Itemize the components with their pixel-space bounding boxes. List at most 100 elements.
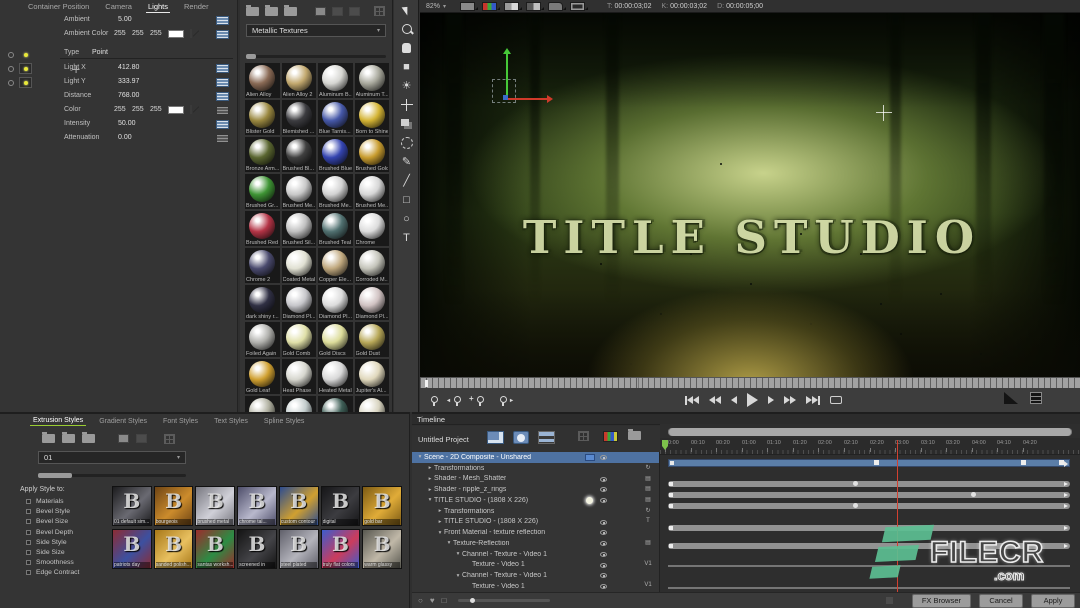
- timeline-layer-row[interactable]: ▾ Channel - Texture - Video 1: [412, 570, 659, 581]
- visibility-eye-icon[interactable]: [600, 552, 607, 557]
- render-canvas[interactable]: TITLE STUDIO: [420, 13, 1080, 377]
- display-split-icon[interactable]: [504, 2, 519, 11]
- monitor-preview-icon[interactable]: [570, 2, 585, 11]
- track-duration-bar[interactable]: [668, 565, 1070, 567]
- disclosure-triangle-icon[interactable]: ▸: [436, 519, 444, 525]
- timeline-layer-row[interactable]: ▾ Scene - 2D Composite - Unshared: [412, 452, 659, 463]
- controls-tab[interactable]: Render: [182, 1, 211, 12]
- timeline-layer-row[interactable]: ▸ Shader - Mesh_Shatter ▤: [412, 474, 659, 485]
- color-swatch[interactable]: [168, 106, 184, 114]
- apply-style-checkbox[interactable]: Smoothness: [26, 559, 79, 566]
- step-forward-button[interactable]: [768, 396, 774, 404]
- ellipse-tool-icon[interactable]: ○: [394, 209, 419, 228]
- controls-tab[interactable]: Lights: [146, 1, 170, 13]
- extrusion-preset-item[interactable]: B truly flat colors: [321, 529, 361, 569]
- channel-display-icon[interactable]: [603, 431, 618, 442]
- timeline-playhead[interactable]: [897, 440, 899, 592]
- move-tool-icon[interactable]: [394, 95, 419, 114]
- material-item[interactable]: Chrome 2: [245, 248, 280, 283]
- loop-playback-icon[interactable]: [830, 396, 842, 404]
- material-item[interactable]: Chrome: [355, 211, 390, 246]
- track-duration-bar[interactable]: [668, 459, 1070, 467]
- material-item[interactable]: Diamond Pl...: [318, 285, 353, 320]
- move-preset-icon[interactable]: [118, 434, 129, 443]
- camera-dolly-icon[interactable]: [548, 2, 563, 11]
- material-item[interactable]: Blister Gold: [245, 100, 280, 135]
- rotate-tool-icon[interactable]: [394, 133, 419, 152]
- thumbnail-size-slider[interactable]: [246, 55, 386, 58]
- visibility-eye-icon[interactable]: [600, 498, 607, 503]
- layer-mode-icon[interactable]: ↻: [641, 464, 655, 471]
- apply-style-checkbox[interactable]: Edge Contract: [26, 569, 79, 576]
- material-item[interactable]: Brushed Bl...: [282, 137, 317, 172]
- extrusion-preset-item[interactable]: B custom contour: [279, 486, 319, 526]
- zoom-level-dropdown[interactable]: 82% ▾: [426, 3, 446, 10]
- timeline-layer-row[interactable]: ▸ Transformations ↻: [412, 463, 659, 474]
- scrubber-playhead[interactable]: [425, 380, 428, 387]
- marker-toggle-icon[interactable]: ○: [418, 596, 423, 605]
- shape-tool-icon[interactable]: ■: [394, 57, 419, 76]
- disclosure-triangle-icon[interactable]: ▾: [445, 540, 453, 546]
- open-folder-icon[interactable]: [62, 434, 75, 443]
- light-tool-icon[interactable]: ☀: [394, 76, 419, 95]
- material-item[interactable]: Corroded M...: [355, 248, 390, 283]
- duplicate-tool-icon[interactable]: [394, 114, 419, 133]
- apply-style-checkbox[interactable]: Materials: [26, 498, 79, 505]
- library-folder-icon[interactable]: [628, 431, 641, 440]
- checkbox-box[interactable]: [26, 530, 31, 535]
- keyframe-marker[interactable]: [874, 460, 879, 465]
- checkbox-box[interactable]: [26, 509, 31, 514]
- help-icon[interactable]: [885, 596, 894, 605]
- styles-tab[interactable]: Spline Styles: [261, 417, 307, 426]
- disclosure-triangle-icon[interactable]: ▾: [436, 530, 444, 536]
- rewind-button[interactable]: [709, 396, 721, 404]
- go-to-end-button[interactable]: [806, 396, 820, 405]
- new-composite-icon[interactable]: [487, 431, 504, 444]
- material-item[interactable]: Brushed Blue: [318, 137, 353, 172]
- prev-keyframe-icon[interactable]: ◂: [450, 394, 464, 406]
- material-item[interactable]: Blemished ...: [282, 100, 317, 135]
- extrusion-preset-item[interactable]: B sanded polish...: [154, 529, 194, 569]
- disclosure-triangle-icon[interactable]: ▾: [454, 573, 462, 579]
- material-item[interactable]: Aluminum B...: [318, 63, 353, 98]
- apply-style-checkbox[interactable]: Bevel Size: [26, 518, 79, 525]
- animate-toggle-icon[interactable]: [216, 64, 229, 73]
- new-folder-icon[interactable]: [42, 434, 55, 443]
- timeline-layer-row[interactable]: ▸ TITLE STUDIO - (1808 X 226) T: [412, 517, 659, 528]
- track-duration-bar[interactable]: [668, 543, 1070, 549]
- material-item[interactable]: Blue Tarnis...: [318, 100, 353, 135]
- disclosure-triangle-icon[interactable]: ▸: [436, 508, 444, 514]
- go-to-start-button[interactable]: [685, 396, 699, 405]
- material-item[interactable]: Brushed Sil...: [282, 211, 317, 246]
- extrusion-preset-item[interactable]: B chrome tal...: [237, 486, 277, 526]
- checkbox-box[interactable]: [26, 540, 31, 545]
- select-tool-icon[interactable]: [394, 0, 419, 19]
- apply-style-checkbox[interactable]: Side Size: [26, 549, 79, 556]
- keyframe-marker[interactable]: [1021, 460, 1026, 465]
- material-item[interactable]: Alien Alloy: [245, 63, 280, 98]
- open-folder-icon[interactable]: [82, 434, 95, 443]
- timeline-layer-row[interactable]: ▸ Shader - ripple_z_rings ▤: [412, 484, 659, 495]
- color-r-value[interactable]: 255: [114, 106, 126, 113]
- timeline-horizontal-scrollbar[interactable]: [668, 428, 1072, 436]
- track-duration-bar[interactable]: [668, 481, 1070, 487]
- checkbox-box[interactable]: [26, 570, 31, 575]
- material-category-dropdown[interactable]: Metallic Textures ▾: [246, 24, 386, 37]
- display-alpha-icon[interactable]: [526, 2, 541, 11]
- visibility-eye-icon[interactable]: [600, 563, 607, 568]
- material-item[interactable]: Gold Comb: [282, 322, 317, 357]
- material-item[interactable]: Copper Ele...: [318, 248, 353, 283]
- styles-tab[interactable]: Extrusion Styles: [30, 416, 86, 426]
- styles-tab[interactable]: Font Styles: [160, 417, 201, 426]
- track-duration-bar[interactable]: [668, 587, 1070, 589]
- controls-tab[interactable]: Camera: [103, 1, 134, 12]
- play-button[interactable]: [747, 393, 758, 407]
- time-ruler[interactable]: 00:00 00:10 00:20 01:00 01:10 01:20 02:0…: [660, 438, 1080, 455]
- color-r-value[interactable]: 255: [114, 30, 126, 37]
- material-item[interactable]: Foiled Again: [245, 322, 280, 357]
- gizmo-origin-handle[interactable]: [503, 95, 508, 100]
- extrusion-preset-item[interactable]: B patriots day: [112, 529, 152, 569]
- layer-mode-icon[interactable]: ▤: [641, 485, 655, 492]
- checkbox-box[interactable]: [26, 560, 31, 565]
- move-preset-icon[interactable]: [315, 7, 326, 16]
